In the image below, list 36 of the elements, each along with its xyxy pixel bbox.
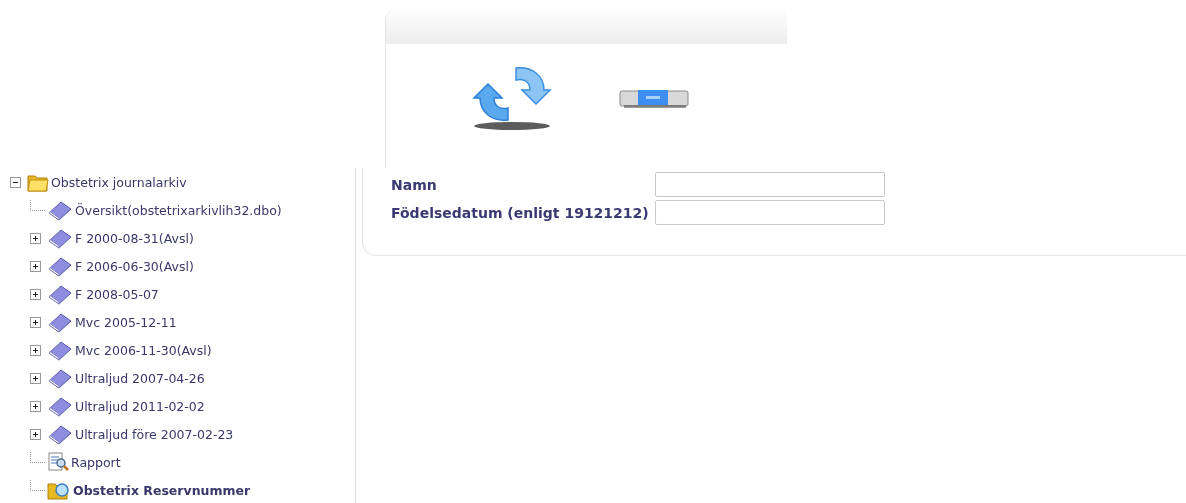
tree-item[interactable]: Obstetrix Reservnummer xyxy=(73,482,251,498)
book-icon xyxy=(47,227,73,249)
expand-toggle[interactable] xyxy=(30,400,41,412)
book-icon xyxy=(47,339,73,361)
expand-toggle[interactable] xyxy=(30,372,41,384)
tree-item[interactable]: Mvc 2005-12-11 xyxy=(75,314,177,330)
tree-item[interactable]: F 2008-05-07 xyxy=(75,286,159,302)
tree-item[interactable]: Översikt(obstetrixarkivlih32.dbo) xyxy=(75,202,282,218)
book-icon xyxy=(47,367,73,389)
book-icon xyxy=(47,283,73,305)
book-icon xyxy=(47,199,73,221)
tree-item[interactable]: Ultraljud 2007-04-26 xyxy=(75,370,205,386)
folder-icon xyxy=(27,172,49,192)
expand-toggle[interactable] xyxy=(30,316,41,328)
report-icon xyxy=(47,451,69,473)
field-label: Födelsedatum (enligt 19121212) xyxy=(391,204,649,221)
expand-toggle[interactable] xyxy=(30,344,41,356)
expand-toggle[interactable] xyxy=(30,260,41,272)
expand-toggle[interactable] xyxy=(30,232,41,244)
field-label: Namn xyxy=(391,176,438,193)
tree-item[interactable]: Obstetrix journalarkiv xyxy=(51,174,187,190)
tree-item[interactable]: Rapport xyxy=(71,454,121,470)
collapse-toggle[interactable] xyxy=(10,176,21,188)
expand-toggle[interactable] xyxy=(30,428,41,440)
expand-toggle[interactable] xyxy=(30,288,41,300)
tree-item[interactable]: F 2000-08-31(Avsl) xyxy=(75,230,194,246)
tree-item[interactable]: Mvc 2006-11-30(Avsl) xyxy=(75,342,212,358)
tree-item[interactable]: Ultraljud före 2007-02-23 xyxy=(75,426,234,442)
input-field[interactable] xyxy=(654,200,885,225)
book-icon xyxy=(47,395,73,417)
book-icon xyxy=(47,255,73,277)
book-icon xyxy=(47,311,73,333)
tree-item[interactable]: F 2006-06-30(Avsl) xyxy=(75,258,194,274)
book-icon xyxy=(47,423,73,445)
tree-item[interactable]: Ultraljud 2011-02-02 xyxy=(75,398,205,414)
input-field[interactable] xyxy=(654,172,885,197)
